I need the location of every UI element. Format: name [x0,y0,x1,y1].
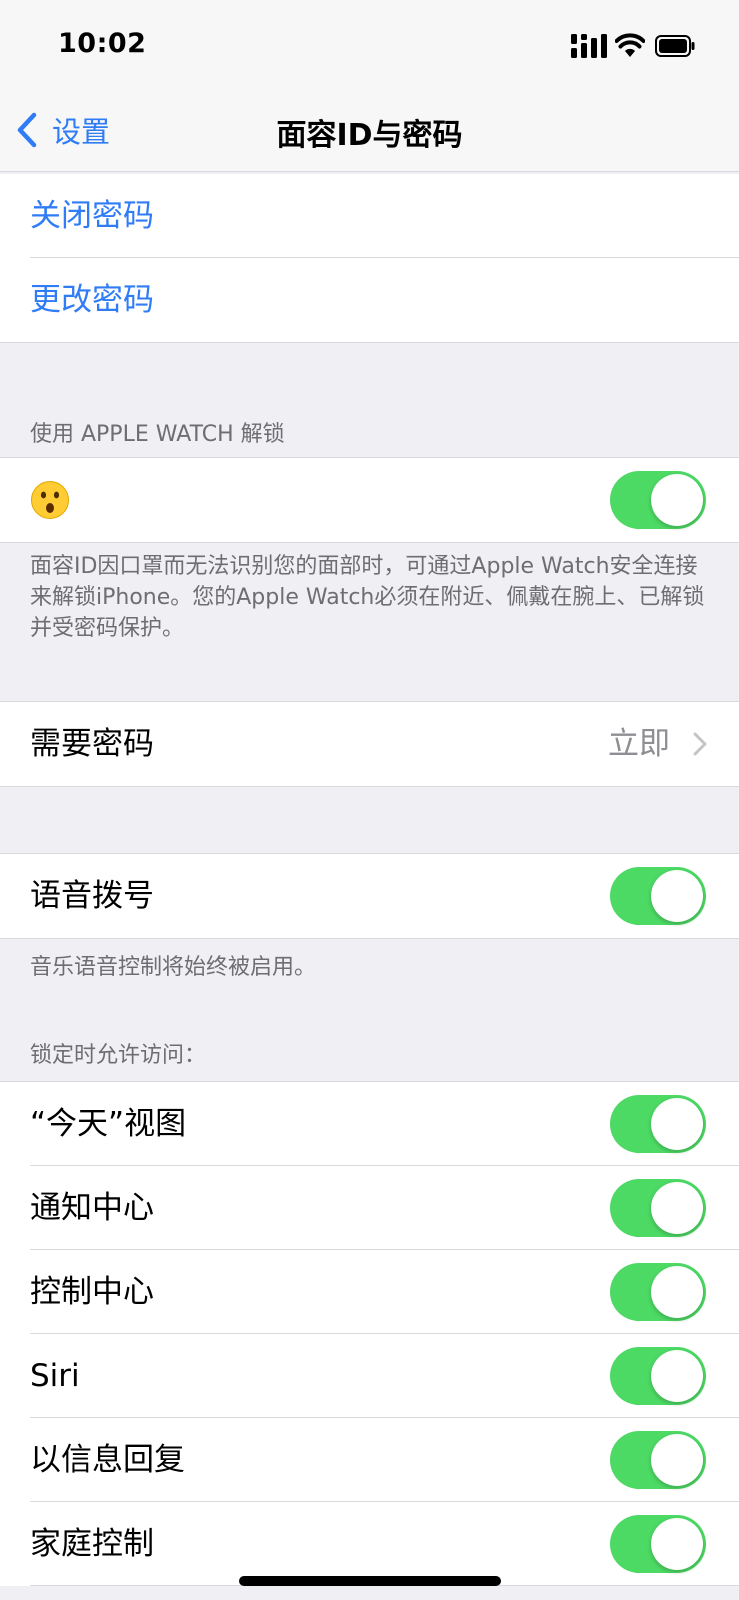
voice-dial-label: 语音拨号 [30,878,154,914]
toggle-knob [651,1182,703,1234]
lock-access-siri-row: Siri [0,1334,739,1418]
today-view-toggle[interactable] [610,1095,706,1153]
section-header-apple-watch: 使用 APPLE WATCH 解锁 [30,422,285,447]
surprised-face-emoji-icon [31,481,69,519]
turn-off-passcode-label: 关闭密码 [30,198,154,234]
toggle-knob [651,1266,703,1318]
require-passcode-row[interactable]: 需要密码 立即 [0,702,739,786]
lock-access-today-view-row: “今天”视图 [0,1082,739,1166]
passcode-actions-group: 关闭密码 更改密码 [0,174,739,342]
require-passcode-group: 需要密码 立即 [0,702,739,786]
apple-watch-unlock-row [0,458,739,542]
apple-watch-group [0,458,739,542]
lock-access-control-center-row: 控制中心 [0,1250,739,1334]
turn-off-passcode-row[interactable]: 关闭密码 [0,174,739,258]
toggle-knob [651,1350,703,1402]
control-center-label: 控制中心 [30,1274,154,1310]
chevron-right-icon [693,732,707,756]
change-passcode-row[interactable]: 更改密码 [0,258,739,342]
control-center-toggle[interactable] [610,1263,706,1321]
home-control-label: 家庭控制 [30,1526,154,1562]
divider [0,542,739,543]
lock-access-home-control-row: 家庭控制 [0,1502,739,1586]
require-passcode-label: 需要密码 [30,726,154,762]
toggle-knob [651,1434,703,1486]
toggle-knob [651,1098,703,1150]
siri-label: Siri [30,1358,80,1394]
lock-access-notification-center-row: 通知中心 [0,1166,739,1250]
navigation-bar: 设置 面容ID与密码 [0,92,739,172]
divider [0,342,739,343]
section-header-lock-access: 锁定时允许访问： [30,1043,207,1068]
voice-dial-footer: 音乐语音控制将始终被启用。 [30,955,317,980]
home-indicator[interactable] [239,1576,501,1586]
toggle-knob [651,870,703,922]
divider [0,786,739,787]
notification-center-toggle[interactable] [610,1179,706,1237]
toggle-knob [651,1518,703,1570]
reply-with-message-toggle[interactable] [610,1431,706,1489]
status-time: 10:02 [58,28,147,59]
notification-center-label: 通知中心 [30,1190,154,1226]
voice-dial-toggle[interactable] [610,867,706,925]
wifi-icon [615,33,645,57]
reply-with-message-label: 以信息回复 [30,1442,185,1478]
toggle-knob [651,474,703,526]
apple-watch-footer: 面容ID因口罩而无法识别您的面部时，可通过Apple Watch安全连接来解锁i… [30,554,705,641]
apple-watch-unlock-toggle[interactable] [610,471,706,529]
siri-toggle[interactable] [610,1347,706,1405]
require-passcode-value: 立即 [608,726,670,762]
page-title: 面容ID与密码 [276,118,463,153]
battery-icon [655,35,695,57]
voice-dial-group: 语音拨号 [0,854,739,938]
today-view-label: “今天”视图 [30,1106,187,1142]
divider [0,938,739,939]
voice-dial-row: 语音拨号 [0,854,739,938]
status-bar: 10:02 [0,0,739,92]
cellular-signal-icon [571,34,607,58]
change-passcode-label: 更改密码 [30,282,154,318]
home-control-toggle[interactable] [610,1515,706,1573]
lock-access-reply-with-message-row: 以信息回复 [0,1418,739,1502]
lock-access-group: “今天”视图 通知中心 控制中心 Siri 以信息回复 家庭控制 [0,1082,739,1586]
